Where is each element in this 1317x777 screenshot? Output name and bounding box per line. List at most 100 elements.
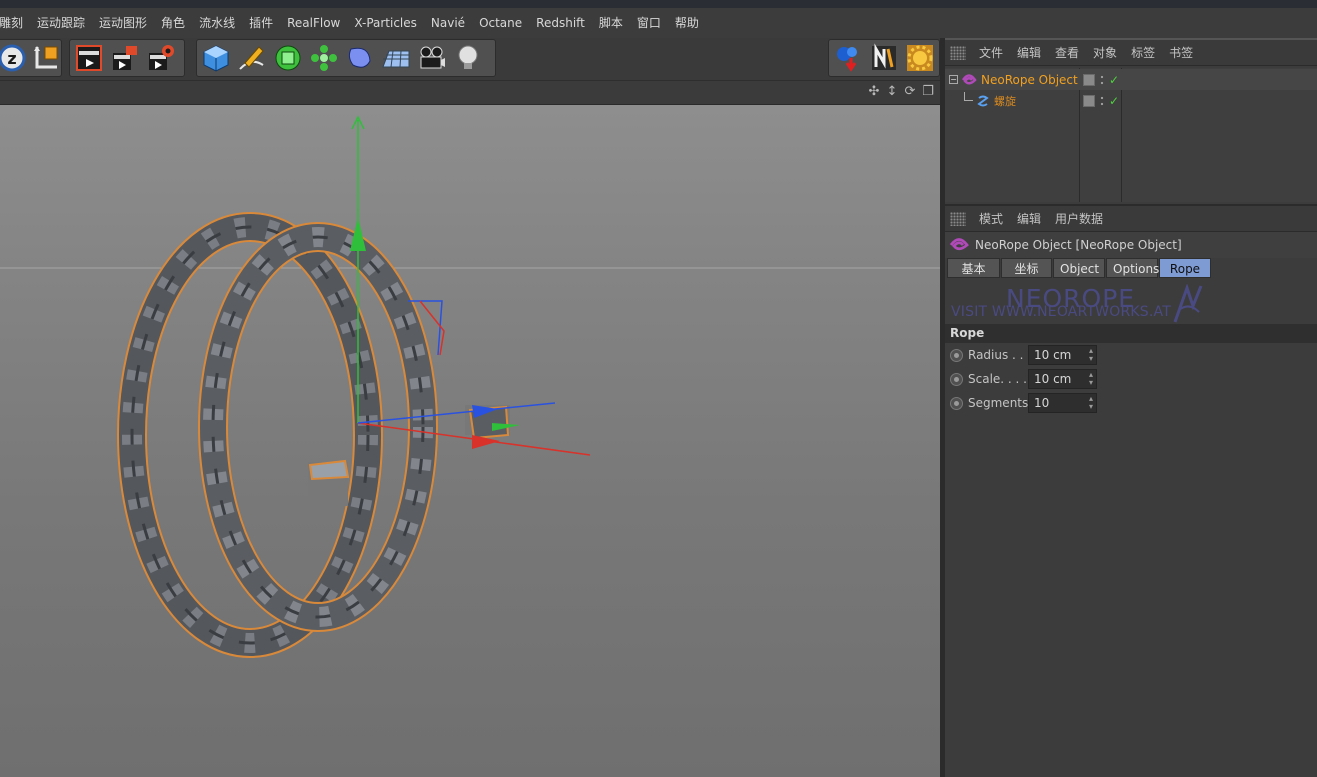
render-settings-icon[interactable]	[144, 41, 178, 75]
spinner-icon[interactable]: ▴ ▾	[1089, 371, 1093, 387]
om-menu-view[interactable]: 查看	[1048, 44, 1086, 61]
xparticles-icon[interactable]	[831, 41, 865, 75]
spinner-icon[interactable]: ▴ ▾	[1089, 395, 1093, 411]
menu-navie[interactable]: Navié	[424, 8, 472, 38]
toolbar-group-create	[196, 39, 496, 77]
rotate-view-icon[interactable]: ⟳	[902, 84, 918, 100]
object-manager: 文件 编辑 查看 对象 标签 书签 − NeoRope Object ✓ 螺旋 …	[945, 38, 1317, 202]
enabled-check-icon[interactable]: ✓	[1109, 73, 1119, 87]
param-row-segments: Segments 10 ▴ ▾	[945, 391, 1317, 415]
menu-realflow[interactable]: RealFlow	[280, 8, 347, 38]
settings-sun-icon[interactable]	[903, 41, 937, 75]
om-menu-bookmarks[interactable]: 书签	[1162, 44, 1200, 61]
right-panel: 文件 编辑 查看 对象 标签 书签 − NeoRope Object ✓ 螺旋 …	[945, 38, 1317, 777]
object-name-neorope[interactable]: NeoRope Object	[981, 73, 1078, 87]
tab-rope[interactable]: Rope	[1159, 258, 1211, 278]
spinner-icon[interactable]: ▴ ▾	[1089, 347, 1093, 363]
cube-primitive-icon[interactable]	[199, 41, 233, 75]
animate-radio-icon[interactable]	[950, 348, 963, 362]
toolbar-group-coords: z	[0, 39, 62, 77]
menu-window[interactable]: 窗口	[630, 8, 668, 38]
app-window: 雕刻 运动跟踪 运动图形 角色 流水线 插件 RealFlow X-Partic…	[0, 0, 1317, 777]
array-cloner-icon[interactable]	[307, 41, 341, 75]
viewport-scene	[0, 115, 940, 658]
param-label-segments: Segments	[968, 396, 1028, 410]
helix-spline-icon	[977, 95, 989, 106]
enabled-check-icon[interactable]: ✓	[1109, 94, 1119, 108]
camera-icon[interactable]	[415, 41, 449, 75]
object-row-neorope[interactable]: − NeoRope Object ✓	[945, 69, 1317, 90]
object-row-helix[interactable]: 螺旋 ✓	[945, 90, 1317, 111]
om-menu-tags[interactable]: 标签	[1124, 44, 1162, 61]
layer-flag-icon[interactable]	[1083, 73, 1095, 86]
layer-flag-icon[interactable]	[1083, 94, 1095, 107]
neorope-object-icon	[949, 238, 969, 251]
menu-pipeline[interactable]: 流水线	[192, 8, 242, 38]
render-to-picture-viewer-icon[interactable]	[108, 41, 142, 75]
z-axis-line	[357, 402, 556, 424]
am-menu-edit[interactable]: 编辑	[1010, 210, 1048, 227]
pen-spline-icon[interactable]	[235, 41, 269, 75]
toolbar-group-render	[69, 39, 185, 77]
menu-mograph[interactable]: 运动图形	[92, 8, 154, 38]
world-coordinates-icon[interactable]	[31, 41, 61, 75]
neorope-object-icon	[961, 73, 977, 84]
tab-object[interactable]: Object	[1053, 258, 1105, 278]
menu-x-particles[interactable]: X-Particles	[347, 8, 424, 38]
deformer-icon[interactable]	[343, 41, 377, 75]
panel-grip-icon[interactable]	[950, 211, 966, 226]
light-icon[interactable]	[451, 41, 485, 75]
menu-help[interactable]: 帮助	[668, 8, 706, 38]
tab-coordinates[interactable]: 坐标	[1001, 258, 1052, 278]
om-menu-objects[interactable]: 对象	[1086, 44, 1124, 61]
visibility-dots-icon[interactable]	[1099, 73, 1105, 86]
scale-value: 10 cm	[1034, 372, 1072, 386]
floor-scene-icon[interactable]	[379, 41, 413, 75]
svg-text:z: z	[7, 49, 16, 68]
attribute-tabs: 基本 坐标 Object Options Rope	[945, 258, 1317, 280]
view-controls: ✣ ↕ ⟳ ❐	[866, 84, 936, 100]
neoartworks-icon[interactable]	[867, 41, 901, 75]
viewport-3d[interactable]	[0, 105, 940, 777]
subdivision-surface-icon[interactable]	[271, 41, 305, 75]
menu-script[interactable]: 脚本	[592, 8, 630, 38]
radius-input[interactable]: 10 cm ▴ ▾	[1028, 345, 1097, 365]
object-name-helix[interactable]: 螺旋	[994, 93, 1016, 109]
viewport-header: ✣ ↕ ⟳ ❐	[0, 80, 940, 105]
menu-redshift[interactable]: Redshift	[529, 8, 592, 38]
neorope-banner: NEOROPE VISIT WWW.NEOARTWORKS.AT	[945, 280, 1317, 324]
z-axis-lock-icon[interactable]: z	[0, 41, 29, 75]
am-menu-user-data[interactable]: 用户数据	[1048, 210, 1110, 227]
menu-plugins[interactable]: 插件	[242, 8, 280, 38]
segments-value: 10	[1034, 396, 1050, 410]
maximize-view-icon[interactable]: ❐	[920, 84, 936, 100]
menubar: 雕刻 运动跟踪 运动图形 角色 流水线 插件 RealFlow X-Partic…	[0, 0, 1317, 38]
visibility-dots-icon[interactable]	[1099, 94, 1105, 107]
animate-radio-icon[interactable]	[950, 372, 963, 386]
menu-motion-tracking[interactable]: 运动跟踪	[30, 8, 92, 38]
move-view-icon[interactable]: ✣	[866, 84, 882, 100]
tree-branch-line	[964, 92, 973, 101]
param-row-radius: Radius . . 10 cm ▴ ▾	[945, 343, 1317, 367]
attribute-title-bar: NeoRope Object [NeoRope Object]	[945, 232, 1317, 258]
tree-collapse-icon[interactable]: −	[949, 75, 958, 84]
menu-character[interactable]: 角色	[154, 8, 192, 38]
om-menu-file[interactable]: 文件	[972, 44, 1010, 61]
rope-object[interactable]	[117, 212, 510, 658]
object-list: − NeoRope Object ✓ 螺旋 ✓	[945, 68, 1317, 202]
panel-grip-icon[interactable]	[950, 45, 966, 60]
zoom-view-icon[interactable]: ↕	[884, 84, 900, 100]
radius-value: 10 cm	[1034, 348, 1072, 362]
attribute-title: NeoRope Object [NeoRope Object]	[975, 238, 1182, 252]
object-flags-neorope: ✓	[1083, 73, 1119, 87]
tab-options[interactable]: Options	[1106, 258, 1159, 278]
segments-input[interactable]: 10 ▴ ▾	[1028, 393, 1097, 413]
render-view-icon[interactable]	[72, 41, 106, 75]
animate-radio-icon[interactable]	[950, 396, 963, 410]
menu-sculpt[interactable]: 雕刻	[0, 8, 30, 38]
tab-basic[interactable]: 基本	[947, 258, 1000, 278]
scale-input[interactable]: 10 cm ▴ ▾	[1028, 369, 1097, 389]
am-menu-mode[interactable]: 模式	[972, 210, 1010, 227]
menu-octane[interactable]: Octane	[472, 8, 529, 38]
om-menu-edit[interactable]: 编辑	[1010, 44, 1048, 61]
